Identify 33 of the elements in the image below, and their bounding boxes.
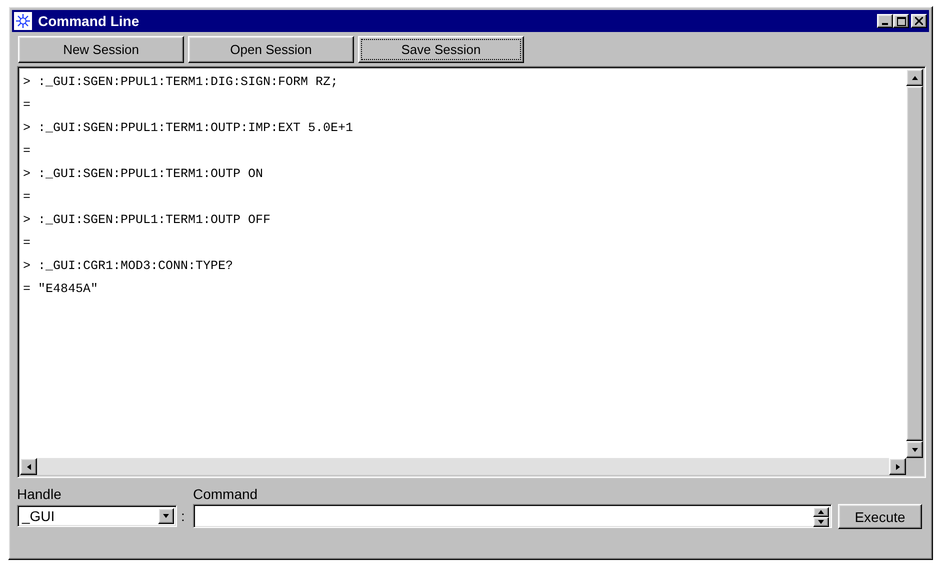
maximize-button[interactable] — [893, 14, 909, 28]
console-line-text: > :_GUI:SGEN:PPUL1:TERM1:DIG:SIGN:FORM RZ; — [23, 74, 340, 91]
console-line-text: = "E4845A" — [23, 281, 100, 298]
session-button[interactable]: New Session — [18, 36, 184, 63]
minimize-button[interactable] — [877, 14, 893, 28]
close-button[interactable] — [911, 14, 927, 28]
window-title: Command Line — [38, 13, 140, 29]
execute-button[interactable]: Execute — [838, 504, 922, 529]
dropdown-arrow-icon — [162, 512, 170, 520]
scroll-left-icon — [24, 462, 32, 470]
scroll-up-icon — [910, 74, 918, 82]
command-label: Command — [193, 486, 259, 502]
spin-buttons[interactable] — [813, 507, 829, 525]
console-line-text: = — [23, 143, 32, 160]
console-line-text: > :_GUI:SGEN:PPUL1:TERM1:OUTP OFF — [23, 212, 272, 229]
console-line-text: > :_GUI:SGEN:PPUL1:TERM1:OUTP ON — [23, 166, 264, 183]
console-line-text: > :_GUI:CGR1:MOD3:CONN:TYPE? — [23, 258, 234, 275]
handle-dropdown[interactable]: _GUI — [17, 505, 177, 527]
separator-text: : — [181, 508, 185, 524]
close-icon — [915, 17, 923, 25]
handle-label: Handle — [17, 486, 62, 502]
scroll-down-icon — [910, 446, 918, 454]
star-logo-icon — [14, 12, 32, 30]
console-line-text: > :_GUI:SGEN:PPUL1:TERM1:OUTP:IMP:EXT 5.0E+1 — [23, 120, 354, 137]
session-button[interactable]: Open Session — [188, 36, 354, 63]
command-input-field[interactable] — [193, 504, 832, 528]
console-line-text: = — [23, 235, 32, 252]
console-line-text: = — [23, 97, 32, 114]
console-line-text: = — [23, 189, 32, 206]
maximize-icon — [896, 16, 906, 26]
scroll-right-icon — [894, 462, 902, 470]
session-button[interactable]: Save Session — [358, 36, 524, 63]
horizontal-scrollbar[interactable] — [20, 458, 906, 475]
